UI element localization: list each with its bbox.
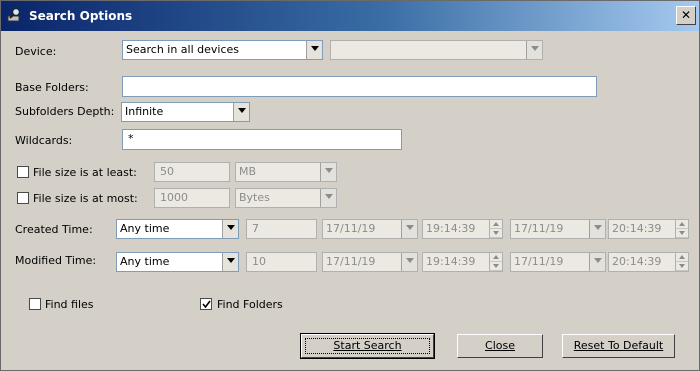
start-search-button[interactable]: Start Search — [300, 333, 435, 359]
close-window-button[interactable]: ✕ — [676, 6, 696, 25]
modified-from-date-picker[interactable]: 17/11/19 — [322, 252, 418, 272]
created-time-label: Created Time: — [15, 223, 93, 236]
created-time-mode-select[interactable]: Any time — [116, 219, 239, 239]
close-button[interactable]: Close — [457, 334, 543, 358]
chevron-down-icon — [222, 253, 238, 271]
subfolders-depth-select[interactable]: Infinite — [121, 102, 250, 122]
modified-time-count-input[interactable]: 10 — [246, 252, 317, 272]
created-from-date-value: 17/11/19 — [326, 222, 376, 235]
chevron-down-icon — [320, 163, 336, 181]
modified-from-time-spinner[interactable]: 19:14:39 — [422, 252, 503, 272]
spinner-buttons — [489, 220, 502, 238]
wildcards-input[interactable]: * — [122, 129, 402, 150]
spinner-buttons — [489, 253, 502, 271]
search-options-window: Search Options ✕ Device: Search in all d… — [0, 0, 700, 371]
close-icon: ✕ — [680, 8, 692, 22]
chevron-down-icon — [401, 253, 417, 271]
up-arrow-icon[interactable] — [676, 220, 688, 229]
size-at-least-unit-value: MB — [239, 165, 257, 178]
size-at-least-unit-select[interactable]: MB — [235, 162, 337, 182]
focus-rectangle — [305, 338, 430, 354]
magnifier-icon — [7, 7, 23, 23]
created-time-count-input[interactable]: 7 — [246, 219, 317, 239]
modified-time-label: Modified Time: — [15, 254, 97, 267]
device-select[interactable]: Search in all devices — [122, 40, 323, 60]
modified-time-mode-value: Any time — [120, 255, 170, 268]
modified-to-date-picker[interactable]: 17/11/19 — [510, 252, 606, 272]
created-to-date-picker[interactable]: 17/11/19 — [510, 219, 606, 239]
up-arrow-icon[interactable] — [676, 253, 688, 262]
find-files-label: Find files — [45, 298, 94, 311]
down-arrow-icon[interactable] — [490, 229, 502, 238]
device-secondary-select[interactable] — [330, 40, 543, 60]
chevron-down-icon — [401, 220, 417, 238]
chevron-down-icon — [306, 41, 322, 59]
up-arrow-icon[interactable] — [490, 220, 502, 229]
chevron-down-icon — [526, 41, 542, 59]
created-from-time-spinner[interactable]: 19:14:39 — [422, 219, 503, 239]
chevron-down-icon — [320, 189, 336, 207]
find-folders-checkbox[interactable] — [200, 298, 212, 310]
wildcards-label: Wildcards: — [15, 134, 73, 147]
size-at-most-input[interactable]: 1000 — [154, 188, 230, 208]
find-files-checkbox[interactable] — [29, 298, 41, 310]
down-arrow-icon[interactable] — [676, 262, 688, 271]
reset-label: Reset To Default — [573, 339, 664, 352]
size-at-most-unit-select[interactable]: Bytes — [235, 188, 337, 208]
subfolders-depth-label: Subfolders Depth: — [15, 105, 115, 118]
modified-to-time-value: 20:14:39 — [612, 255, 662, 268]
down-arrow-icon[interactable] — [490, 262, 502, 271]
size-at-most-label: File size is at most: — [33, 192, 138, 205]
window-title: Search Options — [29, 9, 133, 23]
created-time-mode-value: Any time — [120, 222, 170, 235]
modified-time-mode-select[interactable]: Any time — [116, 252, 239, 272]
size-at-most-checkbox[interactable] — [17, 192, 29, 204]
chevron-down-icon — [233, 103, 249, 121]
title-bar: Search Options ✕ — [1, 1, 699, 31]
down-arrow-icon[interactable] — [676, 229, 688, 238]
size-at-least-checkbox[interactable] — [17, 166, 29, 178]
base-folders-label: Base Folders: — [15, 81, 89, 94]
created-to-date-value: 17/11/19 — [514, 222, 564, 235]
device-select-value: Search in all devices — [126, 43, 240, 56]
base-folders-input[interactable] — [122, 76, 597, 97]
spinner-buttons — [675, 220, 688, 238]
reset-to-default-button[interactable]: Reset To Default — [562, 334, 675, 358]
chevron-down-icon — [589, 253, 605, 271]
created-from-date-picker[interactable]: 17/11/19 — [322, 219, 418, 239]
find-folders-label: Find Folders — [217, 298, 283, 311]
spinner-buttons — [675, 253, 688, 271]
chevron-down-icon — [589, 220, 605, 238]
size-at-most-unit-value: Bytes — [239, 191, 270, 204]
size-at-least-label: File size is at least: — [33, 166, 137, 179]
close-label: Close — [485, 339, 515, 352]
checkmark-icon — [202, 300, 211, 309]
modified-to-date-value: 17/11/19 — [514, 255, 564, 268]
up-arrow-icon[interactable] — [490, 253, 502, 262]
created-from-time-value: 19:14:39 — [426, 222, 476, 235]
created-to-time-value: 20:14:39 — [612, 222, 662, 235]
chevron-down-icon — [222, 220, 238, 238]
modified-to-time-spinner[interactable]: 20:14:39 — [608, 252, 689, 272]
modified-from-date-value: 17/11/19 — [326, 255, 376, 268]
size-at-least-input[interactable]: 50 — [154, 162, 230, 182]
subfolders-depth-value: Infinite — [125, 105, 164, 118]
created-to-time-spinner[interactable]: 20:14:39 — [608, 219, 689, 239]
modified-from-time-value: 19:14:39 — [426, 255, 476, 268]
device-label: Device: — [15, 45, 57, 58]
